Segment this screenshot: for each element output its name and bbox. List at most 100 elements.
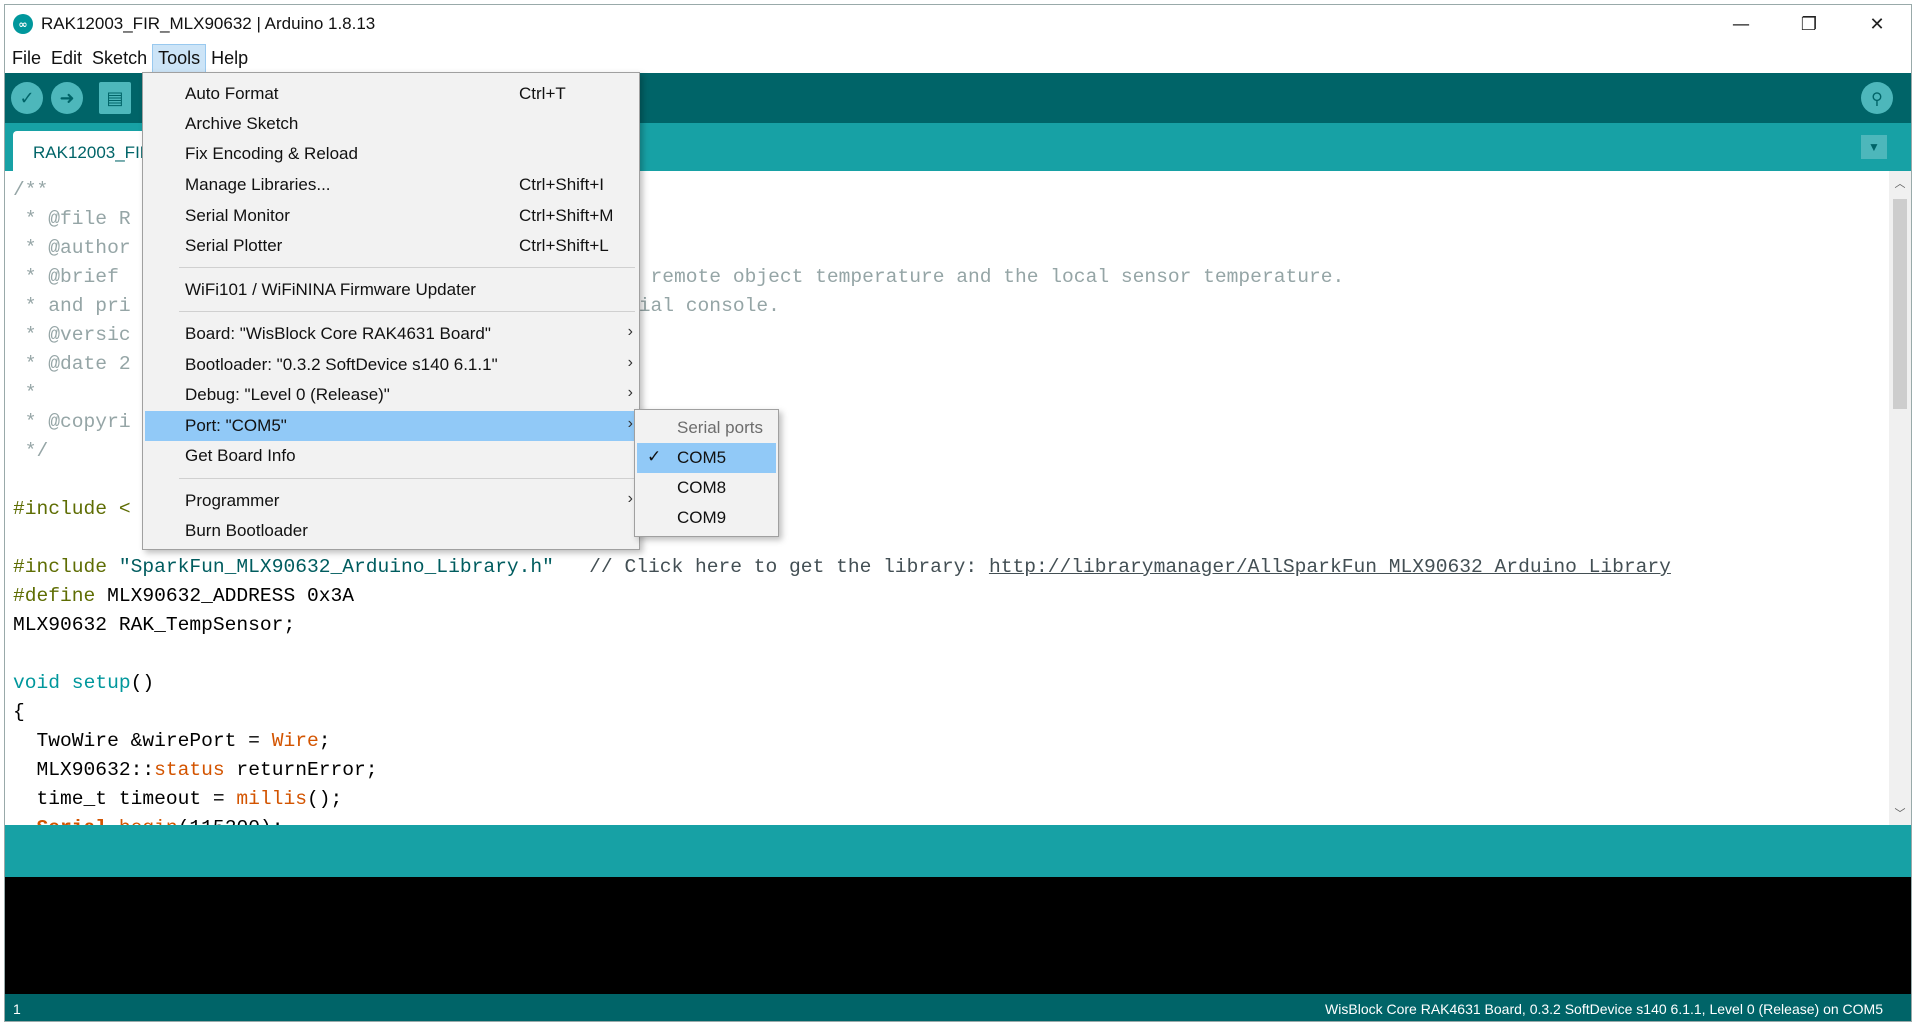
code-line: */: [13, 440, 49, 462]
menu-item-burn-bootloader[interactable]: Burn Bootloader: [145, 516, 637, 546]
window-title: RAK12003_FIR_MLX90632 | Arduino 1.8.13: [41, 14, 376, 33]
scrollbar-thumb[interactable]: [1893, 199, 1907, 409]
window-controls: — ❐ ✕: [1707, 5, 1911, 43]
serial-monitor-button[interactable]: ⚲: [1861, 82, 1893, 114]
document-icon: ▤: [106, 87, 124, 109]
code-token: ();: [306, 788, 343, 810]
code-token: (): [130, 672, 155, 694]
menu-item-label: Burn Bootloader: [185, 521, 308, 540]
code-line: e remote object temperature and the loca…: [627, 266, 1345, 288]
menu-item-fix-encoding[interactable]: Fix Encoding & Reload: [145, 139, 637, 169]
upload-button[interactable]: ➜: [51, 82, 83, 114]
code-line: *: [13, 382, 37, 404]
code-line: * and pri: [13, 295, 131, 317]
menu-file[interactable]: File: [7, 45, 46, 72]
code-token: void: [13, 672, 61, 694]
menu-item-shortcut: Ctrl+Shift+I: [519, 175, 605, 194]
menu-edit[interactable]: Edit: [46, 45, 87, 72]
scroll-up-icon[interactable]: ︿: [1889, 173, 1911, 193]
chevron-right-icon: ›: [627, 354, 633, 371]
menu-tools[interactable]: Tools: [152, 43, 207, 73]
menu-item-debug[interactable]: Debug: "Level 0 (Release)" ›: [145, 380, 637, 410]
code-token: begin: [119, 817, 178, 825]
code-token: "SparkFun_MLX90632_Arduino_Library.h": [107, 556, 554, 578]
new-sketch-button[interactable]: ▤: [99, 82, 131, 114]
editor-scrollbar[interactable]: ︿ ﹀: [1889, 171, 1911, 825]
code-line: {: [13, 701, 25, 723]
code-token: Serial: [37, 817, 108, 825]
code-token: .: [107, 817, 119, 825]
chevron-down-icon: ▼: [1868, 140, 1880, 154]
menu-item-label: Fix Encoding & Reload: [185, 144, 358, 163]
code-line: TwoWire &wirePort = Wire;: [13, 727, 331, 756]
code-line: * @versic: [13, 324, 131, 346]
code-line: #include <: [13, 498, 131, 520]
message-area: [5, 825, 1911, 877]
checkmark-icon: ✓: [647, 447, 662, 466]
checkmark-icon: ✓: [19, 87, 35, 109]
arduino-logo-icon: ∞: [13, 14, 33, 34]
menu-item-serial-plotter[interactable]: Serial Plotter Ctrl+Shift+L: [145, 231, 637, 261]
code-token: setup: [60, 672, 131, 694]
menu-item-label: Bootloader: "0.3.2 SoftDevice s140 6.1.1…: [185, 355, 498, 374]
code-token: TwoWire &wirePort =: [13, 730, 272, 752]
code-line: void setup(): [13, 669, 154, 698]
menu-item-label: Serial Plotter: [185, 236, 283, 255]
menu-item-wifi-updater[interactable]: WiFi101 / WiFiNINA Firmware Updater: [145, 275, 637, 305]
status-bar: 1 WisBlock Core RAK4631 Board, 0.3.2 Sof…: [5, 994, 1911, 1021]
magnifier-icon: ⚲: [1871, 88, 1883, 108]
menu-item-shortcut: Ctrl+Shift+L: [519, 236, 609, 255]
menu-bar: File Edit Sketch Tools Help: [5, 43, 1911, 73]
port-label: COM9: [677, 508, 727, 527]
code-line: * @date 2: [13, 353, 131, 375]
port-option-com9[interactable]: COM9: [637, 503, 776, 533]
menu-item-label: Programmer: [185, 491, 280, 510]
menu-item-archive-sketch[interactable]: Archive Sketch: [145, 109, 637, 139]
chevron-right-icon: ›: [627, 490, 633, 507]
board-status: WisBlock Core RAK4631 Board, 0.3.2 SoftD…: [1325, 1001, 1883, 1017]
menu-item-manage-libraries[interactable]: Manage Libraries... Ctrl+Shift+I: [145, 170, 637, 200]
port-option-com8[interactable]: COM8: [637, 473, 776, 503]
menu-item-label: Debug: "Level 0 (Release)": [185, 385, 390, 404]
code-token: MLX90632::: [13, 759, 155, 781]
code-line: * @brief: [13, 266, 131, 288]
menu-separator: [179, 478, 635, 479]
console-output: [5, 877, 1911, 994]
close-button[interactable]: ✕: [1843, 5, 1911, 43]
menu-help[interactable]: Help: [206, 45, 253, 72]
minimize-button[interactable]: —: [1707, 5, 1775, 43]
code-line: * @copyri: [13, 411, 131, 433]
menu-item-bootloader[interactable]: Bootloader: "0.3.2 SoftDevice s140 6.1.1…: [145, 350, 637, 380]
code-token: #define: [13, 585, 96, 607]
code-token: returnError;: [224, 759, 378, 781]
scroll-down-icon[interactable]: ﹀: [1889, 803, 1911, 823]
code-line: Serial.begin(115200);: [13, 814, 284, 825]
menu-item-get-board-info[interactable]: Get Board Info: [145, 441, 637, 471]
arrow-right-icon: ➜: [59, 87, 75, 109]
menu-item-label: Manage Libraries...: [185, 175, 331, 194]
verify-button[interactable]: ✓: [11, 82, 43, 114]
menu-item-serial-monitor[interactable]: Serial Monitor Ctrl+Shift+M: [145, 201, 637, 231]
menu-item-programmer[interactable]: Programmer ›: [145, 486, 637, 516]
tab-menu-button[interactable]: ▼: [1861, 135, 1887, 159]
port-option-com5[interactable]: ✓ COM5: [637, 443, 776, 473]
code-line: #include "SparkFun_MLX90632_Arduino_Libr…: [13, 553, 1671, 582]
menu-item-port[interactable]: Port: "COM5" ›: [145, 411, 637, 441]
port-submenu: Serial ports ✓ COM5 COM8 COM9: [634, 409, 779, 537]
line-number: 1: [13, 1001, 21, 1017]
menu-item-label: Port: "COM5": [185, 416, 287, 435]
menu-item-board[interactable]: Board: "WisBlock Core RAK4631 Board" ›: [145, 319, 637, 349]
code-token: (115200);: [178, 817, 284, 825]
chevron-right-icon: ›: [627, 415, 633, 432]
menu-item-label: Board: "WisBlock Core RAK4631 Board": [185, 324, 491, 343]
maximize-button[interactable]: ❐: [1775, 5, 1843, 43]
code-line: MLX90632 RAK_TempSensor;: [13, 614, 296, 636]
chevron-right-icon: ›: [627, 323, 633, 340]
code-line: /**: [13, 179, 49, 201]
menu-item-shortcut: Ctrl+T: [519, 84, 566, 103]
code-token: MLX90632_ADDRESS 0x3A: [95, 585, 354, 607]
library-link[interactable]: http://librarymanager/AllSparkFun_MLX906…: [989, 556, 1671, 578]
menu-sketch[interactable]: Sketch: [87, 45, 152, 72]
code-token: #include: [13, 556, 108, 578]
menu-item-auto-format[interactable]: Auto Format Ctrl+T: [145, 79, 637, 109]
